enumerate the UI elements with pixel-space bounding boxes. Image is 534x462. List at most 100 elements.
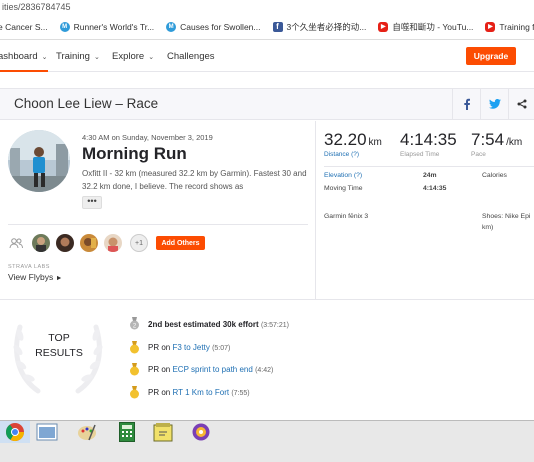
gold-medal-icon: [130, 341, 139, 354]
athlete-avatar[interactable]: [8, 130, 70, 192]
pace-unit: /km: [506, 137, 523, 148]
result-time: (3:57:21): [260, 322, 289, 329]
twitter-icon: [488, 99, 501, 109]
distance-unit: km: [368, 137, 382, 148]
top-results-title: TOP RESULTS: [26, 331, 92, 361]
strava-labs-label: STRAVA LABS: [8, 264, 50, 270]
nav-challenges[interactable]: Challenges: [167, 51, 215, 62]
nav-active-indicator: [0, 70, 48, 72]
show-more-button[interactable]: •••: [82, 196, 102, 209]
segment-link[interactable]: RT 1 Km to Fort: [172, 388, 229, 397]
explorer-icon[interactable]: [32, 421, 62, 443]
moving-time-label: Moving Time: [324, 185, 363, 192]
view-flybys-label: View Flybys: [8, 272, 54, 282]
share-button[interactable]: [508, 89, 534, 119]
group-icon[interactable]: [9, 236, 23, 254]
bookmark-item[interactable]: M Causes for Swollen...: [166, 21, 261, 32]
kudos-avatar[interactable]: [32, 234, 50, 252]
calculator-icon[interactable]: [112, 421, 142, 443]
bookmark-item[interactable]: ▶ 自噬和斷功 - YouTu...: [378, 21, 473, 33]
pace-stat: 7:54/km: [471, 130, 522, 150]
chevron-right-icon: ►: [55, 275, 63, 282]
add-others-button[interactable]: Add Others: [156, 236, 205, 250]
bookmark-label: e Cancer S...: [0, 21, 48, 32]
taskbar-bottom: [0, 443, 534, 462]
nav-training[interactable]: Training ⌄: [56, 51, 100, 62]
url-bar[interactable]: ities/2836784745: [0, 0, 534, 14]
silver-medal-icon: 2: [130, 317, 139, 330]
youtube-icon: ▶: [378, 21, 389, 32]
chevron-down-icon: ⌄: [41, 53, 48, 61]
nav-challenges-label: Challenges: [167, 51, 215, 62]
bookmark-item[interactable]: e Cancer S...: [0, 22, 48, 32]
nav-dashboard-label: ashboard: [0, 51, 38, 62]
top-results-line1: TOP: [48, 332, 70, 344]
twitter-share-button[interactable]: [480, 89, 508, 119]
bookmark-label: Runner's World's Tr...: [73, 21, 155, 32]
distance-value: 32.20: [324, 130, 367, 149]
shoes-info[interactable]: Shoes: Nike Epi: [482, 213, 530, 220]
divider: [8, 224, 308, 225]
calories-label: Calories: [482, 172, 507, 179]
top-result-item: PR on ECP sprint to path end (4:42): [148, 365, 273, 374]
result-time: (7:55): [231, 390, 250, 397]
facebook-share-button[interactable]: [452, 89, 480, 119]
paint-icon[interactable]: [72, 421, 102, 443]
bookmark-item[interactable]: M Runner's World's Tr...: [59, 21, 155, 32]
facebook-icon: f: [272, 21, 283, 32]
result-time: (4:42): [255, 367, 274, 374]
pace-label: Pace: [471, 151, 486, 158]
moving-time-value: 4:14:35: [423, 185, 447, 192]
chrome-icon[interactable]: [0, 421, 30, 443]
facebook-icon: [463, 98, 470, 110]
activity-date: 4:30 AM on Sunday, November 3, 2019: [82, 133, 213, 142]
view-flybys-link[interactable]: View Flybys ►: [8, 272, 63, 282]
upgrade-button[interactable]: Upgrade: [466, 47, 516, 65]
nav-training-label: Training: [56, 51, 90, 62]
elevation-value: 24m: [423, 172, 437, 179]
elapsed-time-value: 4:14:35: [400, 130, 457, 149]
top-nav: ashboard ⌄ Training ⌄ Explore ⌄ Challenges: [0, 40, 534, 72]
divider: [324, 166, 534, 167]
app-icon[interactable]: [186, 421, 216, 443]
kudos-avatar[interactable]: [56, 234, 74, 252]
youtube-icon: ▶: [485, 21, 496, 32]
elapsed-time-label: Elapsed Time: [400, 151, 440, 158]
result-time: (5:07): [212, 345, 231, 352]
more-kudos-count[interactable]: +1: [130, 234, 148, 252]
segment-link[interactable]: F3 to Jetty: [172, 343, 209, 352]
shoes-info-cont: km): [482, 224, 494, 231]
activity-name: Morning Run: [82, 144, 187, 163]
elevation-label[interactable]: Elevation (?): [324, 172, 362, 179]
runners-world-icon: M: [59, 21, 70, 32]
sticky-notes-icon[interactable]: [148, 421, 178, 443]
segment-link[interactable]: ECP sprint to path end: [172, 365, 252, 374]
nav-explore-label: Explore: [112, 51, 145, 62]
chevron-down-icon: ⌄: [148, 53, 155, 61]
nav-explore[interactable]: Explore ⌄: [112, 51, 154, 62]
divider: [0, 299, 534, 300]
bookmark-label: Causes for Swollen...: [180, 21, 261, 32]
distance-label[interactable]: Distance (?): [324, 151, 359, 158]
bookmark-label: 3个久坐者必择的动...: [286, 21, 367, 32]
activity-description: Oxfitt II - 32 km (measured 32.2 km by G…: [82, 169, 307, 191]
kudos-avatar[interactable]: [80, 234, 98, 252]
bookmark-label: 自噬和斷功 - YouTu...: [392, 21, 474, 32]
share-icon: [517, 99, 526, 109]
bookmark-item[interactable]: ▶Training for a Marat...: [485, 21, 534, 32]
nav-dashboard[interactable]: ashboard ⌄: [0, 51, 48, 62]
result-prefix: PR on: [148, 343, 173, 352]
bookmark-item[interactable]: f 3个久坐者必择的动...: [272, 21, 367, 33]
pace-value: 7:54: [471, 130, 505, 149]
top-result-item: 2nd best estimated 30k effort (3:57:21): [148, 320, 289, 329]
avatar-photo: [8, 130, 70, 192]
result-prefix: PR on: [148, 365, 173, 374]
result-text: 2nd best estimated 30k effort: [148, 320, 259, 329]
device-name: Garmin fēnix 3: [324, 213, 369, 220]
bookmarks-bar: e Cancer S... M Runner's World's Tr... MC…: [0, 14, 534, 40]
result-prefix: PR on: [148, 388, 173, 397]
top-results-line2: RESULTS: [35, 347, 83, 359]
kudos-avatar[interactable]: [104, 234, 122, 252]
distance-stat: 32.20 km: [324, 130, 382, 150]
athlete-title: Choon Lee Liew – Race: [14, 96, 159, 111]
